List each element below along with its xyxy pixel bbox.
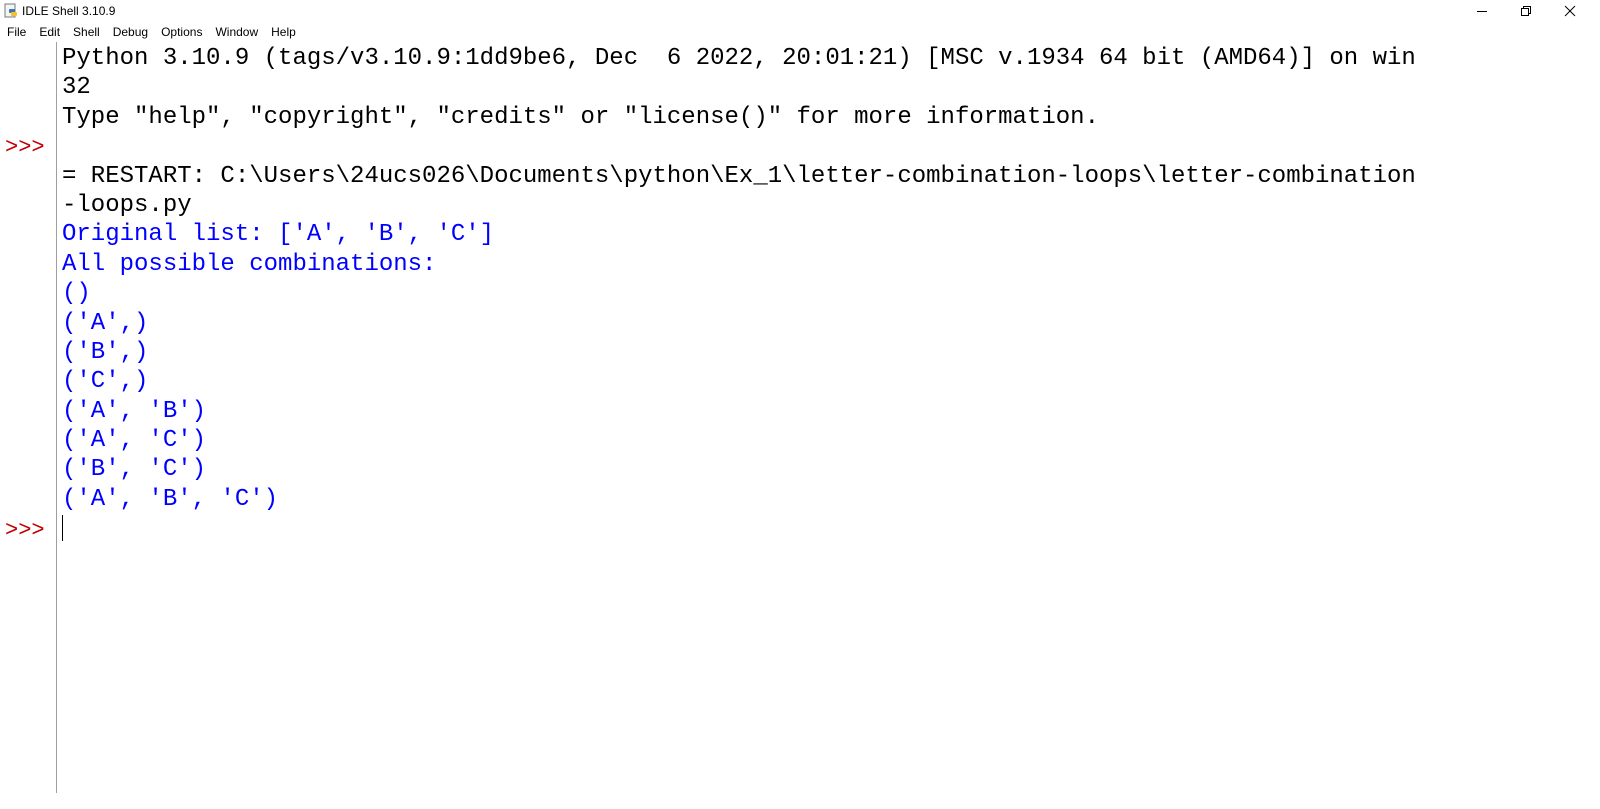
title-bar: IDLE Shell 3.10.9 bbox=[0, 0, 1600, 22]
input-line[interactable] bbox=[62, 514, 1552, 543]
output-line: ('A', 'C') bbox=[62, 427, 207, 455]
output-line: ('A',) bbox=[62, 309, 149, 337]
close-button[interactable] bbox=[1548, 0, 1592, 22]
output-line: ('A', 'B') bbox=[62, 397, 207, 425]
restart-line: = RESTART: C:\Users\24ucs026\Documents\p… bbox=[62, 162, 1416, 190]
window-title: IDLE Shell 3.10.9 bbox=[22, 4, 116, 18]
shell-area[interactable]: >>> >>> Python 3.10.9 (tags/v3.10.9:1dd9… bbox=[0, 42, 1600, 809]
banner-line: 32 bbox=[62, 74, 91, 102]
output-line: All possible combinations: bbox=[62, 250, 437, 278]
banner-line: Type "help", "copyright", "credits" or "… bbox=[62, 103, 1099, 131]
menu-edit[interactable]: Edit bbox=[32, 22, 66, 42]
menu-bar: File Edit Shell Debug Options Window Hel… bbox=[0, 22, 1600, 42]
menu-shell[interactable]: Shell bbox=[66, 22, 106, 42]
close-icon bbox=[1564, 5, 1576, 17]
output-line: Original list: ['A', 'B', 'C'] bbox=[62, 221, 495, 249]
menu-window[interactable]: Window bbox=[208, 22, 264, 42]
python-idle-icon bbox=[3, 3, 19, 19]
status-divider bbox=[0, 793, 1600, 794]
text-cursor bbox=[62, 514, 63, 541]
output-line: () bbox=[62, 280, 91, 308]
minimize-button[interactable] bbox=[1460, 0, 1504, 22]
menu-options[interactable]: Options bbox=[154, 22, 208, 42]
output-line: ('A', 'B', 'C') bbox=[62, 485, 279, 513]
shell-prompt: >>> bbox=[5, 135, 45, 160]
menu-file[interactable]: File bbox=[0, 22, 32, 42]
restore-icon bbox=[1521, 6, 1531, 16]
output-line: ('B', 'C') bbox=[62, 456, 207, 484]
banner-line: Python 3.10.9 (tags/v3.10.9:1dd9be6, Dec… bbox=[62, 45, 1416, 72]
minimize-icon bbox=[1477, 11, 1487, 12]
menu-help[interactable]: Help bbox=[264, 22, 302, 42]
prompt-gutter: >>> >>> bbox=[0, 42, 57, 793]
output-line: ('B',) bbox=[62, 338, 149, 366]
shell-prompt: >>> bbox=[5, 518, 45, 543]
menu-debug[interactable]: Debug bbox=[106, 22, 154, 42]
restore-button[interactable] bbox=[1504, 0, 1548, 22]
output-line: ('C',) bbox=[62, 368, 149, 396]
shell-text[interactable]: Python 3.10.9 (tags/v3.10.9:1dd9be6, Dec… bbox=[62, 44, 1552, 544]
restart-line: -loops.py bbox=[62, 191, 192, 219]
